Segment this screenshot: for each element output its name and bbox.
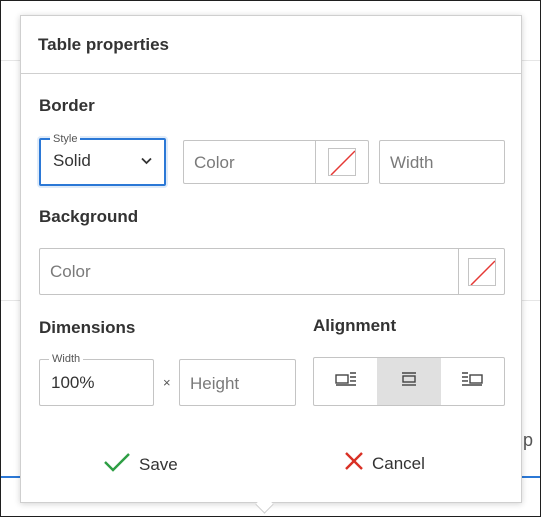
dimensions-separator: × (163, 375, 171, 390)
dimensions-section-title: Dimensions (39, 318, 136, 337)
background-text-fragment: p (523, 430, 534, 450)
border-section-title: Border (39, 96, 95, 115)
border-color-placeholder: Color (194, 153, 235, 172)
alignment-toggle-group (313, 357, 505, 406)
dimensions-width-value: 100% (51, 373, 95, 392)
dimensions-height-input[interactable]: Height (179, 359, 296, 406)
save-button-label: Save (139, 454, 178, 474)
dialog-header: Table properties (21, 16, 521, 74)
align-center-icon (398, 372, 420, 391)
dimensions-height-placeholder: Height (190, 374, 240, 393)
border-style-dropdown[interactable]: Style Solid (39, 132, 166, 186)
cancel-button-label: Cancel (372, 453, 425, 473)
background-rule-mid-right (522, 300, 541, 301)
chevron-down-icon (141, 156, 152, 168)
checkmark-icon (103, 451, 131, 478)
border-width-input[interactable]: Width (379, 140, 505, 184)
background-rule-top (0, 60, 20, 61)
align-right-icon (461, 372, 484, 391)
border-width-placeholder: Width (390, 153, 434, 172)
alignment-section-title: Alignment (313, 316, 397, 335)
table-properties-dialog: Table properties Border Style Solid Colo… (20, 15, 522, 503)
background-color-placeholder: Color (50, 262, 91, 281)
save-button[interactable]: Save (103, 451, 178, 478)
cancel-button[interactable]: Cancel (344, 451, 425, 476)
background-color-input[interactable]: Color (39, 248, 505, 295)
close-icon (344, 451, 364, 476)
dialog-title: Table properties (38, 34, 169, 54)
align-right-button[interactable] (441, 358, 504, 405)
align-left-button[interactable] (314, 358, 377, 405)
border-style-value: Solid (53, 151, 91, 170)
align-center-button[interactable] (377, 358, 441, 405)
no-color-icon (328, 148, 356, 176)
dimensions-width-input[interactable]: Width 100% (39, 352, 154, 406)
background-color-swatch-button[interactable] (458, 249, 504, 294)
no-color-icon (467, 257, 496, 286)
background-rule-mid (0, 300, 20, 301)
border-style-label: Style (50, 132, 81, 146)
background-section-title: Background (39, 207, 139, 226)
align-left-icon (334, 372, 357, 391)
border-color-swatch-button[interactable] (315, 141, 368, 183)
dimensions-width-label: Width (49, 352, 84, 366)
border-color-input[interactable]: Color (183, 140, 369, 184)
background-rule-top-right (522, 60, 541, 61)
